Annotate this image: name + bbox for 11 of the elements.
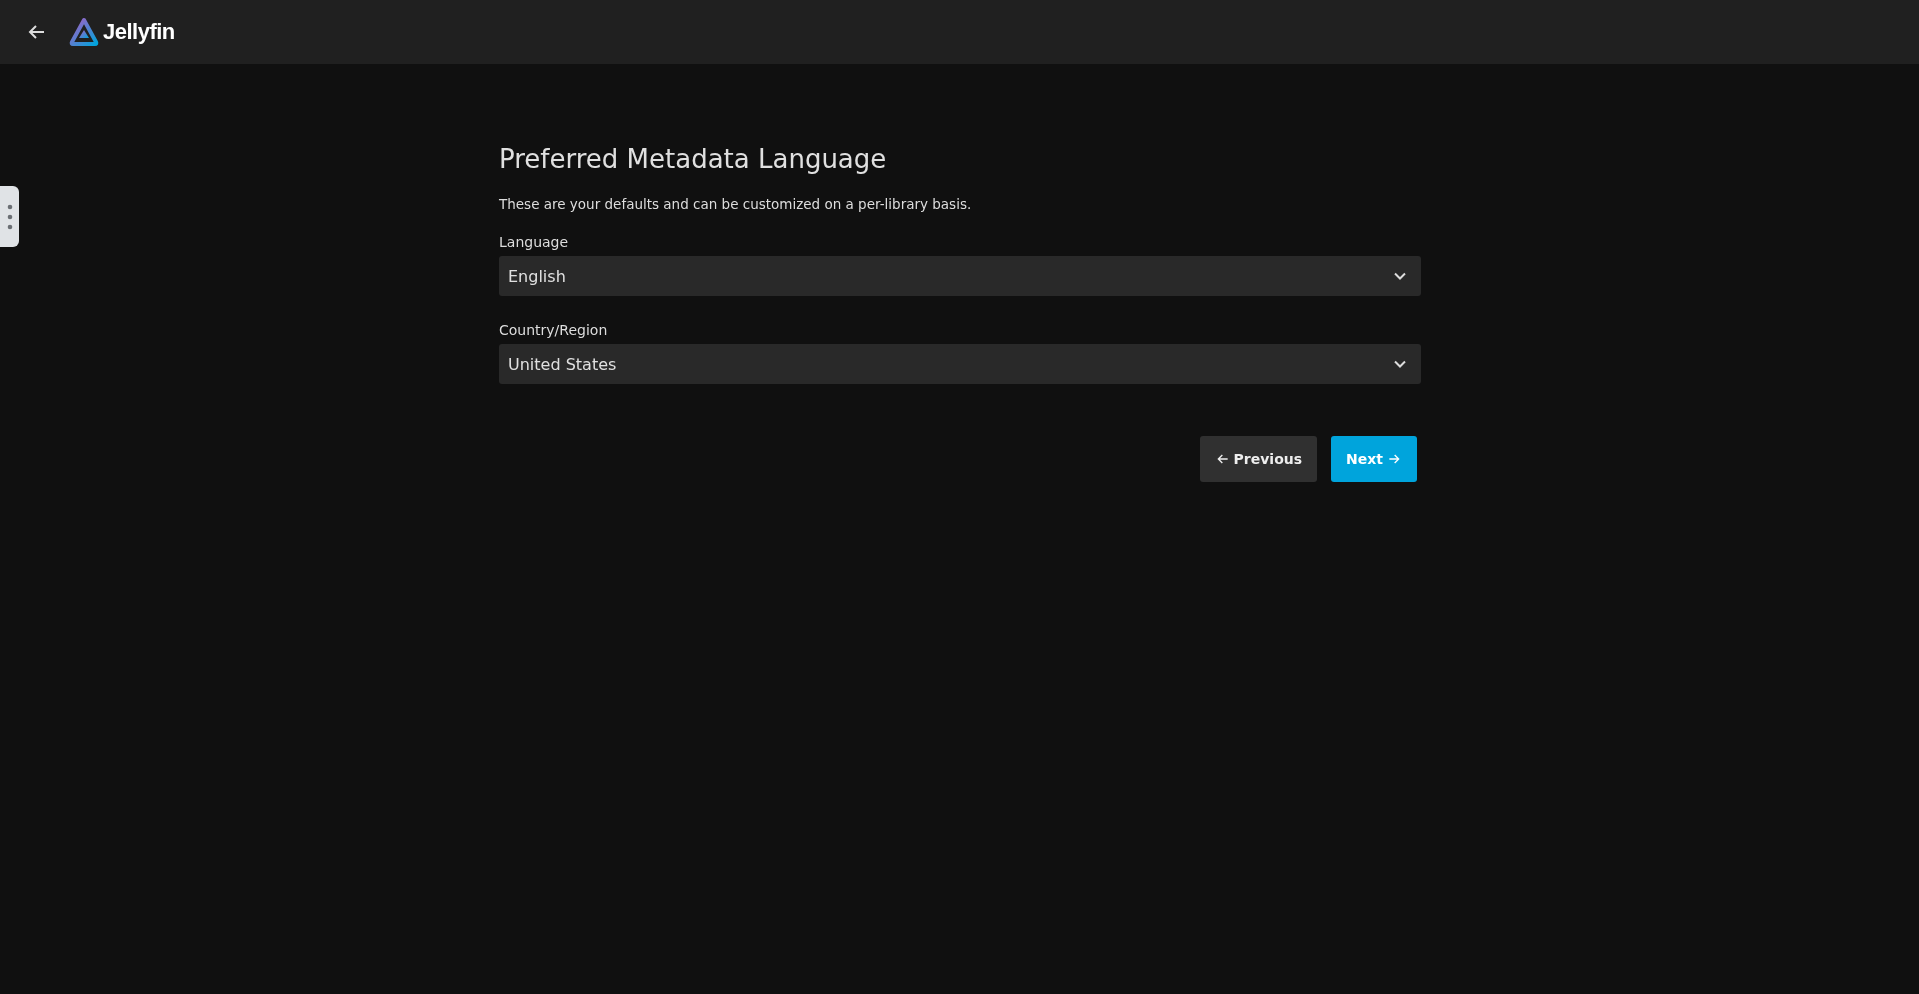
- dropdown-field[interactable]: English: [499, 256, 1421, 296]
- logo-text: Jellyfin: [103, 19, 175, 45]
- field-label: Language: [499, 234, 570, 250]
- field-label: Country/Region: [499, 322, 609, 338]
- side-handle[interactable]: [0, 186, 19, 247]
- dropdown-field[interactable]: United States: [499, 344, 1421, 384]
- previous-button[interactable]: Previous: [1199, 436, 1318, 482]
- triangle-logo-icon: [69, 17, 99, 47]
- vertical-dots-icon: [6, 203, 13, 230]
- description-text: These are your defaults and can be customized on a per-library basis.: [499, 196, 973, 212]
- page-title: Preferred Metadata Language: [499, 144, 888, 174]
